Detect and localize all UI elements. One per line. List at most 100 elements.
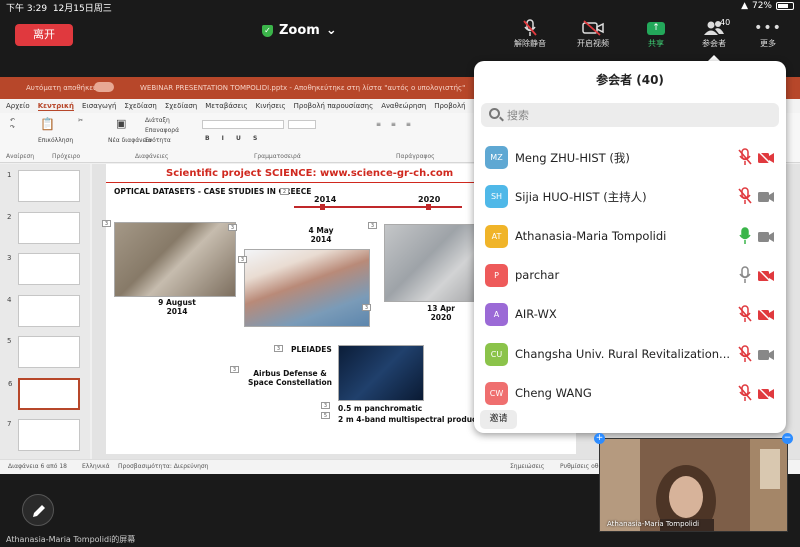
participant-row[interactable]: CW Cheng WANG bbox=[474, 377, 786, 416]
slide-thumbnail[interactable]: 6 bbox=[8, 377, 80, 410]
placeholder-marker: 5 bbox=[321, 412, 330, 419]
ribbon-tab[interactable]: Σχεδίαση bbox=[124, 102, 156, 110]
ribbon-tab[interactable]: Κεντρική bbox=[37, 102, 74, 111]
font-size-select[interactable] bbox=[288, 120, 316, 129]
avatar: A bbox=[485, 303, 508, 327]
mic-muted-icon[interactable] bbox=[738, 344, 752, 363]
video-icon[interactable] bbox=[757, 189, 775, 203]
tile-minimize-icon[interactable]: − bbox=[782, 433, 793, 444]
participant-row[interactable]: Pparchar bbox=[474, 259, 786, 298]
mic-muted-icon[interactable] bbox=[738, 148, 752, 166]
accessibility-label[interactable]: Προσβασιμότητα: Διερεύνηση bbox=[118, 463, 208, 470]
new-slide-icon[interactable]: ▣ bbox=[116, 117, 126, 130]
video-off-icon[interactable] bbox=[757, 386, 775, 402]
cut-icon[interactable]: ✂ bbox=[78, 117, 83, 124]
slide-thumbnail[interactable]: 3 bbox=[7, 253, 80, 285]
ribbon-tab[interactable]: Προβολή παρουσίασης bbox=[294, 102, 374, 110]
reset-label[interactable]: Επαναφορά bbox=[145, 127, 179, 134]
slide-thumbnail[interactable]: 1 bbox=[7, 170, 80, 202]
paste-icon[interactable]: 📋 bbox=[40, 117, 55, 131]
multispectral-spec: 2 m 4-band multispectral product bbox=[338, 415, 481, 424]
more-dots-icon: ••• bbox=[754, 20, 782, 36]
ribbon-tab[interactable]: Προβολή bbox=[434, 102, 465, 110]
participant-row[interactable]: SH Sijia HUO-HIST (主持人) bbox=[474, 180, 786, 219]
font-format-icons[interactable]: B I U S bbox=[205, 135, 262, 142]
group-slides: Διαφάνειες bbox=[135, 153, 169, 160]
pleiades-satellite-image bbox=[338, 345, 424, 401]
participant-row[interactable]: MZ Meng ZHU-HIST (我) bbox=[474, 141, 786, 180]
leave-button[interactable]: 离开 bbox=[15, 24, 73, 46]
panel-title: 参会者 (40) bbox=[596, 73, 664, 87]
start-video-button[interactable]: 开启视频 bbox=[568, 18, 618, 49]
group-paragraph: Παράγραφος bbox=[396, 153, 435, 160]
autosave-toggle[interactable] bbox=[94, 82, 114, 92]
participant-name: AIR-WX bbox=[515, 307, 557, 322]
placeholder-marker: 3 bbox=[102, 220, 111, 227]
invite-button[interactable]: 邀请 bbox=[480, 410, 517, 429]
unmute-button[interactable]: 解除静音 bbox=[505, 18, 555, 49]
slide-thumbnail[interactable]: 2 bbox=[7, 211, 80, 244]
avatar: P bbox=[485, 263, 508, 287]
slide-number: 6 bbox=[8, 379, 13, 388]
placeholder-marker: 2 bbox=[280, 188, 289, 195]
mic-muted-icon[interactable] bbox=[738, 305, 752, 323]
ribbon-tab[interactable]: Σχεδίαση bbox=[165, 102, 197, 110]
more-label: 更多 bbox=[760, 39, 776, 48]
video-tile[interactable]: Athanasia-Maria Tompolidi bbox=[599, 438, 788, 532]
group-font: Γραμματοσειρά bbox=[254, 153, 301, 160]
mic-muted-icon bbox=[505, 18, 555, 38]
video-icon[interactable] bbox=[757, 229, 775, 243]
ribbon-tab[interactable]: Εισαγωγή bbox=[82, 102, 116, 110]
undo-icon[interactable]: ↶ ↷ bbox=[10, 117, 15, 131]
unmute-label: 解除静音 bbox=[514, 39, 546, 48]
slide-header: Scientific project SCIENCE: www.science-… bbox=[166, 168, 454, 179]
placeholder-marker: 3 bbox=[362, 304, 371, 311]
mic-icon[interactable] bbox=[738, 266, 752, 284]
participant-row[interactable]: A AIR-WX bbox=[474, 298, 786, 337]
participants-button[interactable]: 40 参会者 bbox=[689, 18, 739, 49]
video-icon[interactable] bbox=[757, 347, 775, 361]
slide-number: 7 bbox=[7, 420, 12, 428]
mic-muted-icon[interactable] bbox=[738, 187, 752, 205]
ribbon-tab[interactable]: Κινήσεις bbox=[256, 102, 286, 110]
section-label[interactable]: Ενότητα bbox=[145, 137, 171, 144]
avatar: CU bbox=[485, 342, 508, 366]
search-input[interactable] bbox=[507, 105, 767, 125]
ribbon-tab[interactable]: Μεταβάσεις bbox=[205, 102, 247, 110]
annotate-button[interactable] bbox=[22, 494, 54, 526]
ribbon-tab[interactable]: Αρχείο bbox=[6, 102, 30, 110]
paragraph-icons[interactable]: ≡ ≡ ≡ bbox=[376, 121, 415, 128]
share-button[interactable]: ↑ 共享 bbox=[631, 18, 681, 49]
slide-thumbnail[interactable]: 4 bbox=[7, 294, 80, 327]
year-2020: 2020 bbox=[418, 195, 441, 204]
search-box[interactable] bbox=[481, 103, 779, 127]
participants-panel: 参会者 (40) MZ Meng ZHU-HIST (我) SH Sijia HUO-… bbox=[474, 61, 786, 433]
placeholder-marker: 3 bbox=[230, 366, 239, 373]
slide-number: 3 bbox=[7, 254, 12, 262]
participant-row[interactable]: CU Changsha Univ. Rural Revitalization... bbox=[474, 338, 786, 377]
slide-number: 5 bbox=[7, 337, 12, 345]
shield-icon: ✓ bbox=[262, 24, 273, 37]
mic-muted-icon[interactable] bbox=[738, 384, 752, 402]
layout-label[interactable]: Διάταξη bbox=[145, 117, 170, 124]
video-off-icon[interactable] bbox=[757, 268, 775, 284]
satellite-image-aug-2014 bbox=[114, 222, 236, 297]
meeting-title[interactable]: ✓ Zoom ⌄ bbox=[262, 23, 337, 38]
font-name-select[interactable] bbox=[202, 120, 284, 129]
wifi-icon: ▲ bbox=[741, 1, 748, 11]
slide-thumbnail[interactable]: 7 bbox=[7, 419, 80, 451]
slide-thumbnail[interactable]: 5 bbox=[7, 336, 80, 368]
mic-icon[interactable] bbox=[738, 226, 752, 245]
paste-label[interactable]: Επικόλληση bbox=[38, 137, 73, 144]
video-off-icon[interactable] bbox=[757, 307, 775, 323]
ribbon-tab[interactable]: Αναθεώρηση bbox=[381, 102, 426, 110]
participants-count: 40 bbox=[720, 18, 731, 27]
notes-button[interactable]: Σημειώσεις bbox=[510, 463, 544, 470]
more-button[interactable]: ••• 更多 bbox=[743, 18, 793, 49]
participant-row[interactable]: AT Athanasia-Maria Tompolidi bbox=[474, 220, 786, 259]
participant-name: Sijia HUO-HIST (主持人) bbox=[515, 190, 647, 205]
battery-icon bbox=[776, 2, 794, 10]
avatar: CW bbox=[485, 381, 508, 405]
video-off-icon[interactable] bbox=[757, 150, 775, 166]
tile-handle-icon[interactable]: + bbox=[594, 433, 605, 444]
